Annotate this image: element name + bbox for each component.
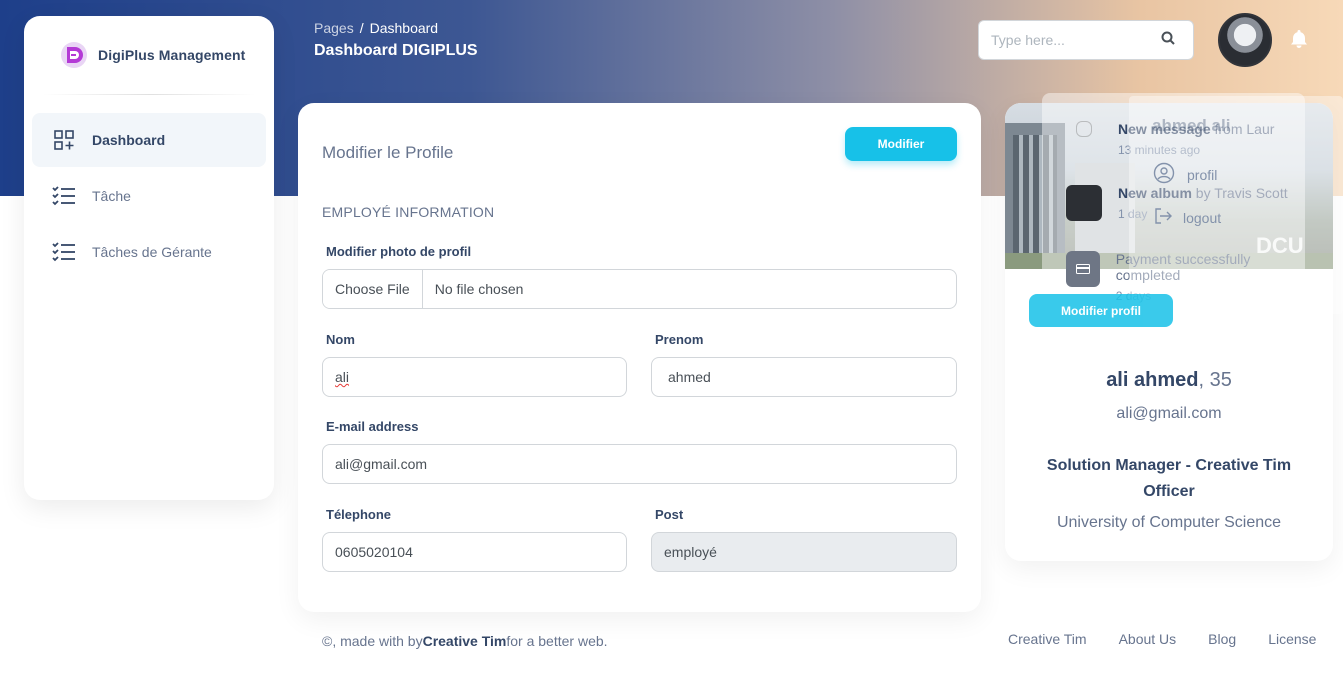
checklist-icon: [52, 240, 76, 264]
breadcrumb-separator: /: [359, 20, 364, 36]
post-label: Post: [655, 507, 684, 522]
breadcrumb-current: Dashboard: [369, 20, 439, 36]
file-status: No file chosen: [434, 281, 524, 297]
sidebar-nav: Dashboard Tâche Tâches de Gérante: [24, 95, 274, 279]
search-input[interactable]: [991, 32, 1161, 48]
footer-link-about-us[interactable]: About Us: [1119, 631, 1177, 647]
profile-name-ghost: ahmed ali: [1152, 116, 1231, 135]
profile-age: , 35: [1198, 369, 1232, 391]
photo-label: Modifier photo de profil: [326, 244, 472, 259]
menu-item-logout[interactable]: logout: [1153, 206, 1221, 229]
profile-university: University of Computer Science: [1056, 514, 1282, 531]
dashboard-grid-icon: [52, 128, 76, 152]
sidebar-item-dashboard[interactable]: Dashboard: [32, 113, 266, 167]
menu-item-profil[interactable]: profil: [1153, 162, 1217, 187]
breadcrumb: Pages / Dashboard: [314, 20, 438, 36]
choose-file-button[interactable]: Choose File: [323, 270, 423, 308]
telephone-field[interactable]: 0605020104: [322, 532, 627, 572]
profile-role: Solution Manager - Creative Tim Officer: [1046, 457, 1292, 500]
footer-brand-link[interactable]: Creative Tim: [423, 633, 507, 649]
profile-fullname: ali ahmed: [1106, 369, 1199, 391]
brand[interactable]: DigiPlus Management: [24, 16, 274, 94]
user-avatar[interactable]: [1218, 13, 1272, 67]
post-field: employé: [651, 532, 957, 572]
credit-card-icon: [1066, 251, 1100, 287]
album-avatar-icon: [1066, 185, 1102, 221]
sidebar-item-label: Tâche: [92, 188, 131, 204]
sidebar-item-tache[interactable]: Tâche: [32, 169, 266, 223]
sidebar-item-label: Dashboard: [92, 132, 166, 148]
profile-email: ali@gmail.com: [1116, 405, 1222, 422]
logout-icon: [1153, 206, 1173, 229]
menu-item-label: logout: [1183, 209, 1222, 226]
notification-bell-icon[interactable]: [1288, 28, 1310, 50]
email-field[interactable]: ali@gmail.com: [322, 444, 957, 484]
nom-label: Nom: [326, 332, 355, 347]
footer-link-blog[interactable]: Blog: [1208, 631, 1236, 647]
sidebar-item-label: Tâches de Gérante: [92, 244, 212, 260]
digiplus-logo-icon: [58, 40, 90, 70]
menu-item-label: profil: [1187, 166, 1218, 183]
checklist-icon: [52, 184, 76, 208]
brand-name: DigiPlus Management: [98, 47, 246, 63]
modifier-profil-button[interactable]: Modifier profil: [1029, 294, 1173, 327]
search-icon[interactable]: [1161, 31, 1175, 50]
footer-link-license[interactable]: License: [1268, 631, 1316, 647]
search-box: [978, 20, 1194, 60]
nom-field[interactable]: ali: [322, 357, 627, 397]
breadcrumb-root[interactable]: Pages: [314, 20, 354, 36]
edit-profile-card: Modifier le Profile Modifier EMPLOYÉ INF…: [298, 103, 981, 612]
photo-file-input[interactable]: Choose File No file chosen: [322, 269, 957, 309]
card-title: Modifier le Profile: [322, 143, 454, 162]
sidebar: DigiPlus Management Dashboard Tâche Tâch…: [24, 16, 274, 500]
footer-links: Creative Tim About Us Blog License: [1008, 631, 1316, 647]
nom-value: ali: [335, 369, 350, 385]
footer-prefix: ©, made with by: [322, 633, 423, 649]
sidebar-item-taches-de-gerante[interactable]: Tâches de Gérante: [32, 225, 266, 279]
email-label: E-mail address: [326, 419, 419, 434]
section-heading: EMPLOYÉ INFORMATION: [322, 204, 495, 220]
page-title: Dashboard DIGIPLUS: [314, 42, 478, 59]
telephone-label: Télephone: [326, 507, 392, 522]
footer-credit: ©, made with byCreative Timfor a better …: [322, 633, 608, 649]
prenom-label: Prenom: [655, 332, 704, 347]
message-avatar-icon: [1076, 121, 1092, 137]
profile-name: ali ahmed, 35: [1005, 369, 1333, 392]
footer-link-creative-tim[interactable]: Creative Tim: [1008, 631, 1087, 647]
footer-suffix: for a better web.: [506, 633, 608, 649]
user-circle-icon: [1153, 162, 1175, 187]
modifier-button[interactable]: Modifier: [845, 127, 957, 161]
prenom-field[interactable]: ahmed: [651, 357, 957, 397]
